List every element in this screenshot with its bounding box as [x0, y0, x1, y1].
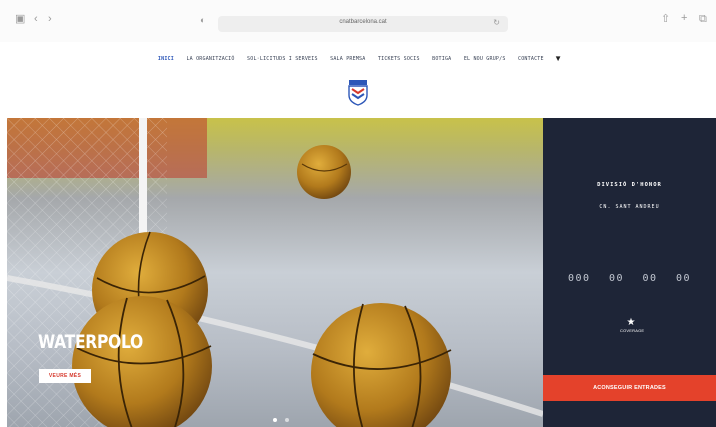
countdown-hours: 00	[608, 273, 625, 284]
match-subtitle: CN. SANT ANDREU	[599, 204, 660, 210]
browser-toolbar: ▣ ‹ › ◐ cnatbarcelona.cat ↻ ⇧ + ⧉	[0, 0, 716, 42]
countdown-seconds: 00	[675, 273, 692, 284]
url-text: cnatbarcelona.cat	[339, 19, 387, 25]
nav-item-contacte[interactable]: CONTACTE	[518, 56, 544, 62]
slider-dots	[271, 409, 291, 427]
hero-slider: WATERPOLO VEURE MÉS	[7, 118, 543, 427]
back-icon[interactable]: ‹	[34, 13, 38, 25]
nav-item-organitzacio[interactable]: LA ORGANITZACIÓ	[186, 56, 234, 62]
reload-icon[interactable]: ↻	[493, 18, 500, 27]
sponsor-name: COVERAGE	[620, 328, 645, 333]
sponsor-logo: ★ COVERAGE	[620, 317, 645, 338]
cart-icon[interactable]: ▼	[554, 54, 562, 63]
star-icon: ★	[626, 317, 636, 328]
buy-tickets-button[interactable]: ACONSEGUIR ENTRADES	[543, 375, 716, 401]
countdown-minutes: 00	[642, 273, 658, 284]
nav-item-premsa[interactable]: SALA PREMSA	[330, 56, 365, 62]
countdown-days: 000	[567, 273, 591, 284]
club-logo[interactable]	[346, 80, 370, 106]
address-bar[interactable]: cnatbarcelona.cat ↻	[218, 16, 508, 32]
share-icon[interactable]: ⇧	[661, 13, 670, 25]
countdown: 000 00 00 00	[543, 268, 716, 286]
nav-item-grups[interactable]: EL NOU GRUP/S	[464, 56, 506, 62]
privacy-icon[interactable]: ◐	[200, 14, 205, 26]
nav-item-botiga[interactable]: BOTIGA	[432, 56, 451, 62]
forward-icon[interactable]: ›	[48, 13, 52, 25]
nav-item-serveis[interactable]: SOL·LICITUDS I SERVEIS	[247, 56, 318, 62]
hero-title: WATERPOLO	[38, 331, 143, 353]
sidebar-icon[interactable]: ▣	[15, 13, 25, 25]
match-title: DIVISIÓ D'HONOR	[597, 182, 662, 188]
nav-item-inici[interactable]: INICI	[158, 56, 174, 62]
match-panel: DIVISIÓ D'HONOR CN. SANT ANDREU 000 00 0…	[543, 118, 716, 427]
slider-dot[interactable]	[273, 418, 277, 422]
new-tab-icon[interactable]: +	[681, 12, 687, 24]
hero-more-button[interactable]: VEURE MÉS	[39, 369, 91, 383]
slider-dot[interactable]	[285, 418, 290, 422]
main-nav: INICI LA ORGANITZACIÓ SOL·LICITUDS I SER…	[0, 50, 716, 64]
tabs-icon[interactable]: ⧉	[699, 13, 707, 25]
nav-item-tickets[interactable]: TICKETS SOCIS	[378, 56, 420, 62]
